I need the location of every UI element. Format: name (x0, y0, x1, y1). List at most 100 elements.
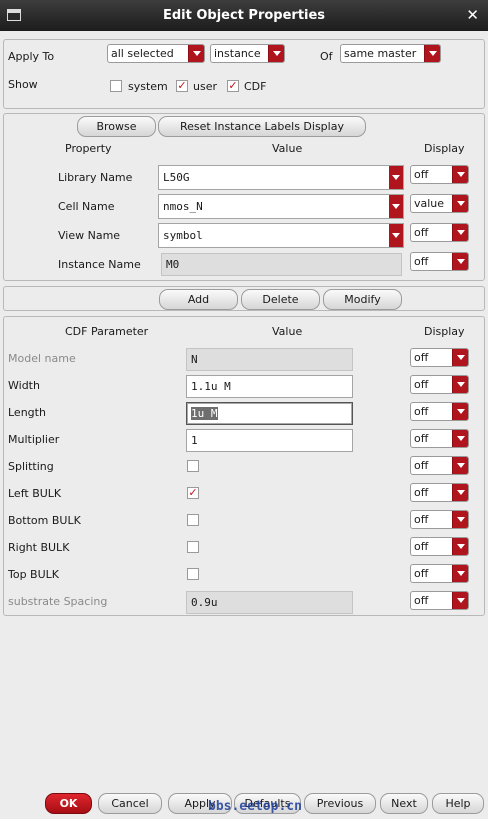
right-bulk-display-value: off (414, 540, 429, 553)
add-button[interactable]: Add (159, 289, 238, 310)
multiplier-input[interactable]: 1 (186, 429, 353, 452)
length-value: 1u M (191, 407, 218, 420)
show-system-checkbox[interactable] (110, 80, 122, 92)
cancel-button[interactable]: Cancel (98, 793, 162, 814)
length-display-value: off (414, 405, 429, 418)
view-name-combo[interactable]: symbol (158, 223, 404, 248)
window-icon[interactable] (7, 9, 21, 21)
chevron-down-icon[interactable] (452, 484, 468, 501)
left-bulk-label: Left BULK (8, 487, 62, 500)
library-name-combo[interactable]: L50G (158, 165, 404, 190)
substrate-spacing-label: substrate Spacing (8, 595, 108, 608)
checkmark-icon: ✓ (188, 486, 198, 499)
cell-name-display-value: value (414, 197, 445, 210)
chevron-down-icon[interactable] (389, 224, 403, 247)
cell-name-label: Cell Name (58, 200, 115, 213)
delete-button[interactable]: Delete (241, 289, 320, 310)
scope-select[interactable]: instance (210, 44, 285, 63)
chevron-down-icon[interactable] (452, 224, 468, 241)
cell-name-combo[interactable]: nmos_N (158, 194, 404, 219)
library-name-value: L50G (163, 171, 190, 184)
cdf-param-header: CDF Parameter (65, 325, 149, 338)
splitting-checkbox[interactable] (187, 460, 199, 472)
view-name-display-value: off (414, 226, 429, 239)
apply-to-value: all selected (111, 47, 174, 60)
splitting-display-value: off (414, 459, 429, 472)
show-label: Show (8, 78, 38, 91)
substrate-spacing-field: 0.9u (186, 591, 353, 614)
substrate-spacing-display-select[interactable]: off (410, 591, 469, 610)
apply-to-label: Apply To (8, 50, 55, 63)
model-name-label: Model name (8, 352, 76, 365)
right-bulk-display-select[interactable]: off (410, 537, 469, 556)
show-cdf-checkbox[interactable]: ✓ (227, 80, 239, 92)
substrate-spacing-display-value: off (414, 594, 429, 607)
chevron-down-icon[interactable] (188, 45, 204, 62)
top-bulk-checkbox[interactable] (187, 568, 199, 580)
of-select[interactable]: same master (340, 44, 441, 63)
chevron-down-icon[interactable] (452, 195, 468, 212)
chevron-down-icon[interactable] (389, 166, 403, 189)
model-name-display-select[interactable]: off (410, 348, 469, 367)
show-user-checkbox[interactable]: ✓ (176, 80, 188, 92)
bottom-bulk-checkbox[interactable] (187, 514, 199, 526)
browse-button[interactable]: Browse (77, 116, 156, 137)
cdf-value-header: Value (272, 325, 303, 338)
chevron-down-icon[interactable] (452, 565, 468, 582)
bottom-bulk-display-select[interactable]: off (410, 510, 469, 529)
help-button[interactable]: Help (432, 793, 484, 814)
chevron-down-icon[interactable] (452, 511, 468, 528)
modify-button[interactable]: Modify (323, 289, 402, 310)
top-bulk-display-select[interactable]: off (410, 564, 469, 583)
cdf-display-header: Display (424, 325, 465, 338)
splitting-display-select[interactable]: off (410, 456, 469, 475)
bottom-bulk-label: Bottom BULK (8, 514, 81, 527)
cell-name-value: nmos_N (163, 200, 203, 213)
chevron-down-icon[interactable] (452, 253, 468, 270)
length-input[interactable]: 1u M (186, 402, 353, 425)
length-label: Length (8, 406, 46, 419)
ok-button[interactable]: OK (45, 793, 92, 814)
show-cdf-label: CDF (244, 80, 267, 93)
multiplier-display-select[interactable]: off (410, 429, 469, 448)
cell-name-display-select[interactable]: value (410, 194, 469, 213)
chevron-down-icon[interactable] (452, 376, 468, 393)
bottom-bulk-display-value: off (414, 513, 429, 526)
show-system-label: system (128, 80, 168, 93)
model-name-field: N (186, 348, 353, 371)
width-display-select[interactable]: off (410, 375, 469, 394)
of-value: same master (344, 47, 417, 60)
chevron-down-icon[interactable] (424, 45, 440, 62)
chevron-down-icon[interactable] (452, 430, 468, 447)
next-button[interactable]: Next (380, 793, 428, 814)
right-bulk-label: Right BULK (8, 541, 70, 554)
length-display-select[interactable]: off (410, 402, 469, 421)
width-input[interactable]: 1.1u M (186, 375, 353, 398)
left-bulk-checkbox[interactable]: ✓ (187, 487, 199, 499)
of-label: Of (320, 50, 333, 63)
view-name-display-select[interactable]: off (410, 223, 469, 242)
instance-name-label: Instance Name (58, 258, 141, 271)
chevron-down-icon[interactable] (452, 538, 468, 555)
show-user-label: user (193, 80, 217, 93)
library-name-display-select[interactable]: off (410, 165, 469, 184)
chevron-down-icon[interactable] (452, 403, 468, 420)
left-bulk-display-select[interactable]: off (410, 483, 469, 502)
chevron-down-icon[interactable] (268, 45, 284, 62)
reset-labels-button[interactable]: Reset Instance Labels Display (158, 116, 366, 137)
previous-button[interactable]: Previous (304, 793, 376, 814)
right-bulk-checkbox[interactable] (187, 541, 199, 553)
chevron-down-icon[interactable] (452, 166, 468, 183)
left-bulk-display-value: off (414, 486, 429, 499)
width-label: Width (8, 379, 40, 392)
property-header: Property (65, 142, 112, 155)
chevron-down-icon[interactable] (452, 349, 468, 366)
instance-name-field: M0 (161, 253, 402, 276)
chevron-down-icon[interactable] (452, 592, 468, 609)
chevron-down-icon[interactable] (452, 457, 468, 474)
instance-name-display-select[interactable]: off (410, 252, 469, 271)
scope-value: instance (214, 47, 261, 60)
chevron-down-icon[interactable] (389, 195, 403, 218)
close-icon[interactable]: ✕ (466, 6, 479, 24)
apply-to-select[interactable]: all selected (107, 44, 205, 63)
